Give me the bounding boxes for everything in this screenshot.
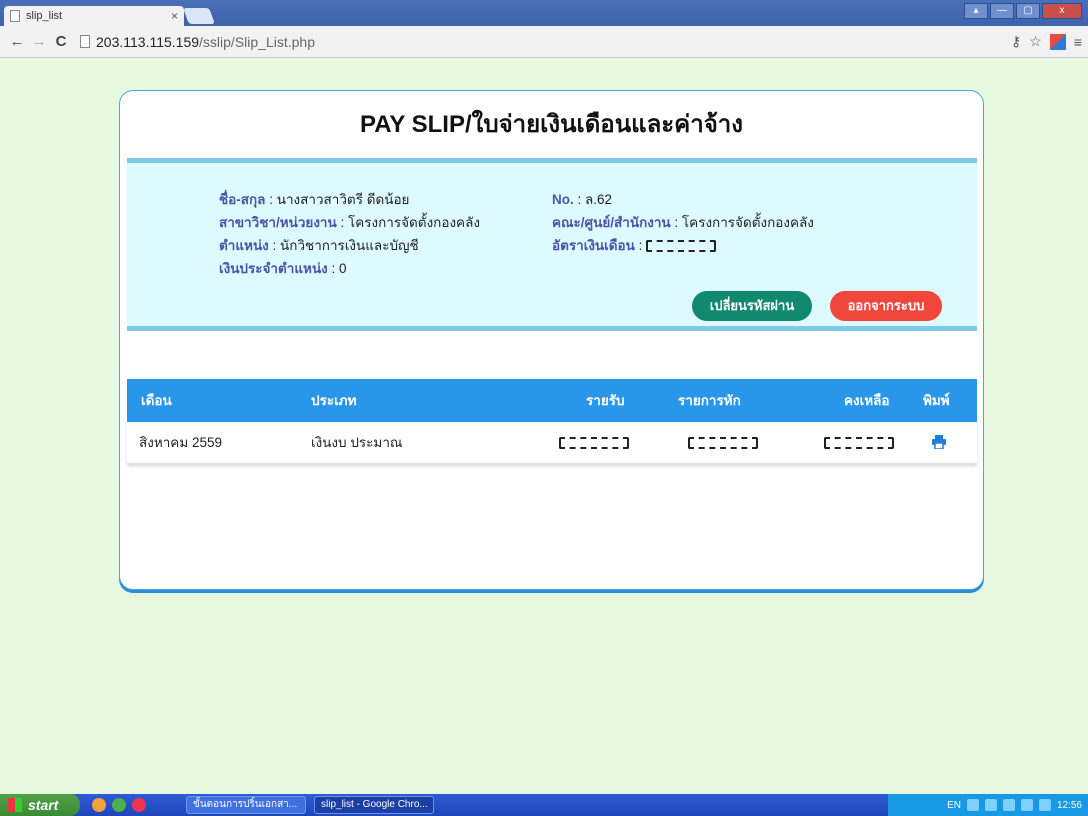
header-print: พิมพ์ xyxy=(923,393,950,408)
dept-label: สาขาวิชา/หน่วยงาน xyxy=(219,215,337,230)
cell-month: สิงหาคม 2559 xyxy=(139,435,223,450)
quick-launch xyxy=(92,798,146,812)
tray-icon[interactable] xyxy=(1020,799,1033,811)
logout-button[interactable]: ออกจากระบบ xyxy=(830,291,942,321)
clock: 12:56 xyxy=(1056,799,1082,811)
tray-icon[interactable] xyxy=(1002,799,1015,811)
salary-value: : xyxy=(638,238,647,253)
key-icon[interactable]: ⚷ xyxy=(1011,33,1021,50)
extension-icon[interactable] xyxy=(1049,33,1066,50)
position-row: ตำแหน่ง : นักวิชาการเงินและบัญชี xyxy=(219,234,419,256)
windows-logo-icon xyxy=(8,798,22,812)
dept-value: : โครงการจัดตั้งกองคลัง xyxy=(340,215,480,230)
employee-info-panel: ชื่อ-สกุล : นางสาวสาวิตรี ดีดน้อย สาขาวิ… xyxy=(127,158,977,331)
address-toolbar: ← → C 203.113.115.159/sslip/Slip_List.ph… xyxy=(0,26,1088,58)
payslip-card: PAY SLIP/ใบจ่ายเงินเดือนและค่าจ้าง ชื่อ-… xyxy=(119,90,984,590)
dept-row: สาขาวิชา/หน่วยงาน : โครงการจัดตั้งกองคลั… xyxy=(219,211,480,233)
no-row: No. : ล.62 xyxy=(552,188,612,210)
start-button[interactable]: start xyxy=(0,794,80,816)
tray-icon[interactable] xyxy=(984,799,997,811)
table-row: สิงหาคม 2559 เงินงบ ประมาณ xyxy=(127,422,977,464)
browser-tab[interactable]: slip_list × xyxy=(4,6,184,26)
no-label: No. xyxy=(552,192,574,207)
header-balance: คงเหลือ xyxy=(844,393,890,408)
tab-title: slip_list xyxy=(26,10,63,22)
position-label: ตำแหน่ง xyxy=(219,238,269,253)
page-title: PAY SLIP/ใบจ่ายเงินเดือนและค่าจ้าง xyxy=(360,111,743,138)
language-indicator[interactable]: EN xyxy=(947,800,961,811)
tray-icon[interactable] xyxy=(1038,799,1051,811)
reload-button[interactable]: C xyxy=(50,33,72,50)
position-value: : นักวิชาการเงินและบัญชี xyxy=(272,238,419,253)
url-field[interactable]: 203.113.115.159/sslip/Slip_List.php xyxy=(80,31,1011,53)
cell-type: เงินงบ ประมาณ xyxy=(311,435,403,450)
allowance-row: เงินประจำตำแหน่ง : 0 xyxy=(219,257,347,279)
name-value: : นางสาวสาวิตรี ดีดน้อย xyxy=(269,192,410,207)
tray-icon[interactable] xyxy=(966,799,979,811)
new-tab-button[interactable] xyxy=(183,8,215,24)
name-row: ชื่อ-สกุล : นางสาวสาวิตรี ดีดน้อย xyxy=(219,188,409,210)
allowance-value: : 0 xyxy=(331,261,347,276)
header-income: รายรับ xyxy=(586,393,625,408)
header-type: ประเภท xyxy=(311,393,357,408)
restore-icon[interactable]: ▴ xyxy=(964,3,988,19)
change-password-button[interactable]: เปลี่ยนรหัสผ่าน xyxy=(692,291,812,321)
print-icon[interactable] xyxy=(932,435,946,449)
redacted-deduction xyxy=(688,437,758,450)
browser-titlebar: slip_list × ▴ — ▢ x xyxy=(0,0,1088,26)
url-host: 203.113.115.159 xyxy=(96,33,200,50)
firefox-icon[interactable] xyxy=(92,798,106,812)
taskbar-item-document[interactable]: ขั้นตอนการปริ้นเอกสา... xyxy=(186,796,306,814)
minimize-icon[interactable]: — xyxy=(990,3,1014,19)
header-month: เดือน xyxy=(141,393,172,408)
salary-row: อัตราเงินเดือน : xyxy=(552,234,717,256)
page-favicon-icon xyxy=(10,10,20,22)
os-taskbar: start ขั้นตอนการปริ้นเอกสา... slip_list … xyxy=(0,794,1088,816)
browser-quicklaunch-icon[interactable] xyxy=(132,798,146,812)
redacted-income xyxy=(559,437,629,450)
salary-label: อัตราเงินเดือน xyxy=(552,238,635,253)
forward-button[interactable]: → xyxy=(28,33,50,50)
close-window-icon[interactable]: x xyxy=(1042,3,1082,19)
taskbar-item-chrome[interactable]: slip_list - Google Chro... xyxy=(314,796,434,814)
faculty-label: คณะ/ศูนย์/สำนักงาน xyxy=(552,215,671,230)
allowance-label: เงินประจำตำแหน่ง xyxy=(219,261,328,276)
page-icon xyxy=(80,35,90,48)
cell-deduction xyxy=(688,422,758,464)
redacted-balance xyxy=(824,437,894,450)
header-deduction: รายการหัก xyxy=(678,393,741,408)
name-label: ชื่อ-สกุล xyxy=(219,192,266,207)
redacted-salary xyxy=(646,240,717,253)
window-controls: ▴ — ▢ x xyxy=(964,3,1082,19)
url-path: /sslip/Slip_List.php xyxy=(199,33,315,50)
no-value: : ล.62 xyxy=(577,192,613,207)
system-tray: EN 12:56 xyxy=(888,794,1088,816)
tab-close-icon[interactable]: × xyxy=(171,9,178,23)
menu-icon[interactable]: ≡ xyxy=(1074,34,1082,50)
chrome-quicklaunch-icon[interactable] xyxy=(112,798,126,812)
slip-table-header: เดือน ประเภท รายรับ รายการหัก คงเหลือ พิ… xyxy=(127,379,977,422)
maximize-icon[interactable]: ▢ xyxy=(1016,3,1040,19)
faculty-row: คณะ/ศูนย์/สำนักงาน : โครงการจัดตั้งกองคล… xyxy=(552,211,814,233)
bookmark-star-icon[interactable]: ☆ xyxy=(1029,33,1042,50)
back-button[interactable]: ← xyxy=(6,33,28,50)
cell-balance xyxy=(824,422,894,464)
cell-income xyxy=(559,422,629,464)
start-label: start xyxy=(28,797,59,813)
faculty-value: : โครงการจัดตั้งกองคลัง xyxy=(674,215,814,230)
